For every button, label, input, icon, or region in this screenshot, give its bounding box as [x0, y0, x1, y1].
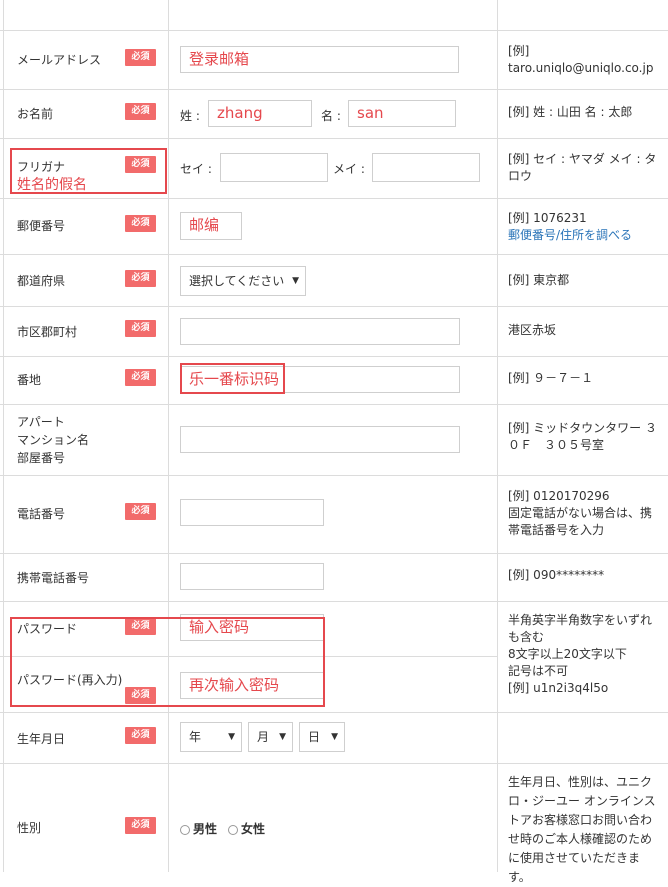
required-badge: 必須 [125, 103, 156, 120]
radio-icon[interactable] [180, 824, 190, 835]
male-label: 男性 [193, 822, 218, 836]
grid-line [0, 254, 668, 255]
mei-kana-input[interactable] [372, 153, 480, 182]
birth-day-select[interactable]: 日 ▼ [299, 722, 345, 752]
postal-example: [例] 1076231 [508, 211, 587, 225]
required-badge: 必須 [125, 817, 156, 834]
prefecture-example: [例] 東京都 [508, 273, 570, 287]
mobile-example: [例] 090******** [508, 568, 605, 582]
sei-kana-input[interactable] [220, 153, 328, 182]
phone-input[interactable] [180, 499, 324, 526]
address-example: [例] ９－７－１ [508, 371, 594, 385]
grid-line [0, 306, 668, 307]
required-badge: 必須 [125, 49, 156, 66]
mobile-label: 携帯電話番号 [17, 571, 90, 585]
gender-label: 性別 [17, 821, 42, 835]
female-option[interactable]: 女性 [228, 820, 265, 837]
grid-line [0, 475, 668, 476]
city-example: 港区赤坂 [508, 323, 557, 337]
apartment-example: [例] ミッドタウンタワー ３０Ｆ ３０５号室 [508, 421, 657, 452]
annotation-box [10, 617, 325, 707]
prefecture-selected: 選択してください [189, 274, 285, 288]
apartment-label-line3: 部屋番号 [17, 451, 66, 465]
chevron-down-icon: ▼ [292, 276, 299, 286]
phone-example: [例] 0120170296 固定電話がない場合は、携帯電話番号を入力 [508, 489, 653, 537]
required-badge: 必須 [125, 727, 156, 744]
mei-kana-label: メイ : [333, 162, 365, 176]
city-input[interactable] [180, 318, 460, 345]
grid-line [0, 89, 668, 90]
sei-label: 姓 : [180, 109, 200, 123]
required-badge: 必須 [125, 215, 156, 232]
apartment-label-line2: マンション名 [17, 433, 90, 447]
grid-line [497, 0, 498, 872]
radio-icon[interactable] [228, 824, 238, 835]
required-badge: 必須 [125, 503, 156, 520]
email-label: メールアドレス [17, 53, 102, 67]
grid-line [0, 404, 668, 405]
city-label: 市区郡町村 [17, 325, 78, 339]
annotation-box [180, 363, 285, 394]
grid-line [3, 0, 4, 872]
apartment-label-line1: アパート [17, 415, 65, 429]
sei-kana-label: セイ : [180, 162, 212, 176]
postal-label: 郵便番号 [17, 219, 66, 233]
birth-year-value: 年 [189, 730, 202, 744]
grid-line [0, 601, 668, 602]
prefecture-label: 都道府県 [17, 274, 66, 288]
gender-note: 生年月日、性別は、ユニクロ・ジーユー オンラインストアお客様窓口お問い合わせ時の… [508, 775, 656, 884]
birth-month-value: 月 [257, 730, 270, 744]
furigana-example: [例] セイ : ヤマダ メイ : タロウ [508, 152, 657, 183]
required-badge: 必須 [125, 320, 156, 337]
name-label: お名前 [17, 107, 54, 121]
phone-label: 電話番号 [17, 507, 66, 521]
chevron-down-icon: ▼ [279, 732, 286, 742]
postal-lookup-link[interactable]: 郵便番号/住所を調べる [508, 227, 658, 244]
postal-input[interactable]: 邮编 [180, 212, 242, 240]
grid-line [0, 138, 668, 139]
required-badge: 必須 [125, 369, 156, 386]
first-name-input[interactable]: san [348, 100, 456, 127]
chevron-down-icon: ▼ [331, 732, 338, 742]
birthday-label: 生年月日 [17, 732, 66, 746]
grid-line [168, 0, 169, 872]
mobile-input[interactable] [180, 563, 324, 590]
chevron-down-icon: ▼ [228, 732, 235, 742]
last-name-input[interactable]: zhang [208, 100, 312, 127]
grid-line [0, 553, 668, 554]
birth-year-select[interactable]: 年 ▼ [180, 722, 242, 752]
email-example: [例] taro.uniqlo@uniqlo.co.jp [508, 44, 654, 75]
name-example: [例] 姓 : 山田 名 : 太郎 [508, 105, 633, 119]
address-label: 番地 [17, 373, 42, 387]
grid-line [0, 356, 668, 357]
birth-day-value: 日 [308, 730, 321, 744]
prefecture-select[interactable]: 選択してください ▼ [180, 266, 306, 296]
grid-line [0, 763, 668, 764]
required-badge: 必須 [125, 270, 156, 287]
annotation-box [10, 148, 167, 194]
female-label: 女性 [241, 822, 266, 836]
male-option[interactable]: 男性 [180, 820, 217, 837]
email-input[interactable]: 登录邮箱 [180, 46, 459, 73]
grid-line [0, 198, 668, 199]
grid-line [0, 30, 668, 31]
apartment-input[interactable] [180, 426, 460, 453]
grid-line [0, 712, 668, 713]
birth-month-select[interactable]: 月 ▼ [248, 722, 293, 752]
password-example: 半角英字半角数字をいずれも含む 8文字以上20文字以下 記号は不可 [例] u1… [508, 613, 653, 695]
mei-label: 名 : [321, 109, 341, 123]
